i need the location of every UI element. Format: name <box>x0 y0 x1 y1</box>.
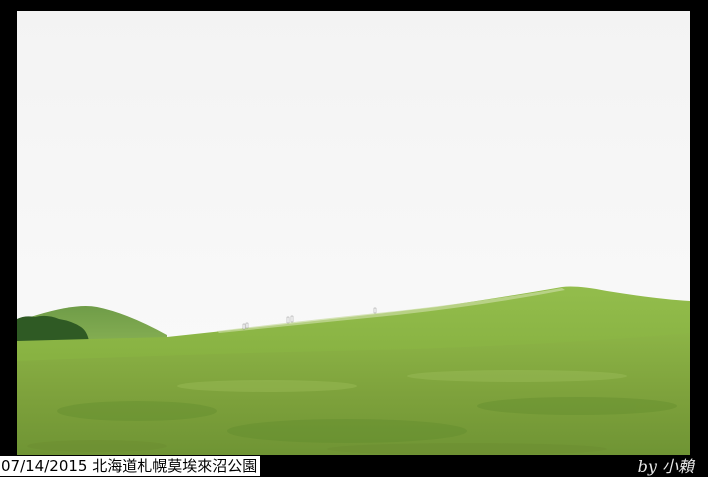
landscape-illustration <box>17 11 690 455</box>
photo-frame: 07/14/2015 北海道札幌莫埃來沼公園 by 小賴 <box>0 0 708 477</box>
photographer-signature: by 小賴 <box>637 457 694 476</box>
landscape-photo <box>17 11 690 455</box>
photo-caption: 07/14/2015 北海道札幌莫埃來沼公園 <box>0 456 261 476</box>
